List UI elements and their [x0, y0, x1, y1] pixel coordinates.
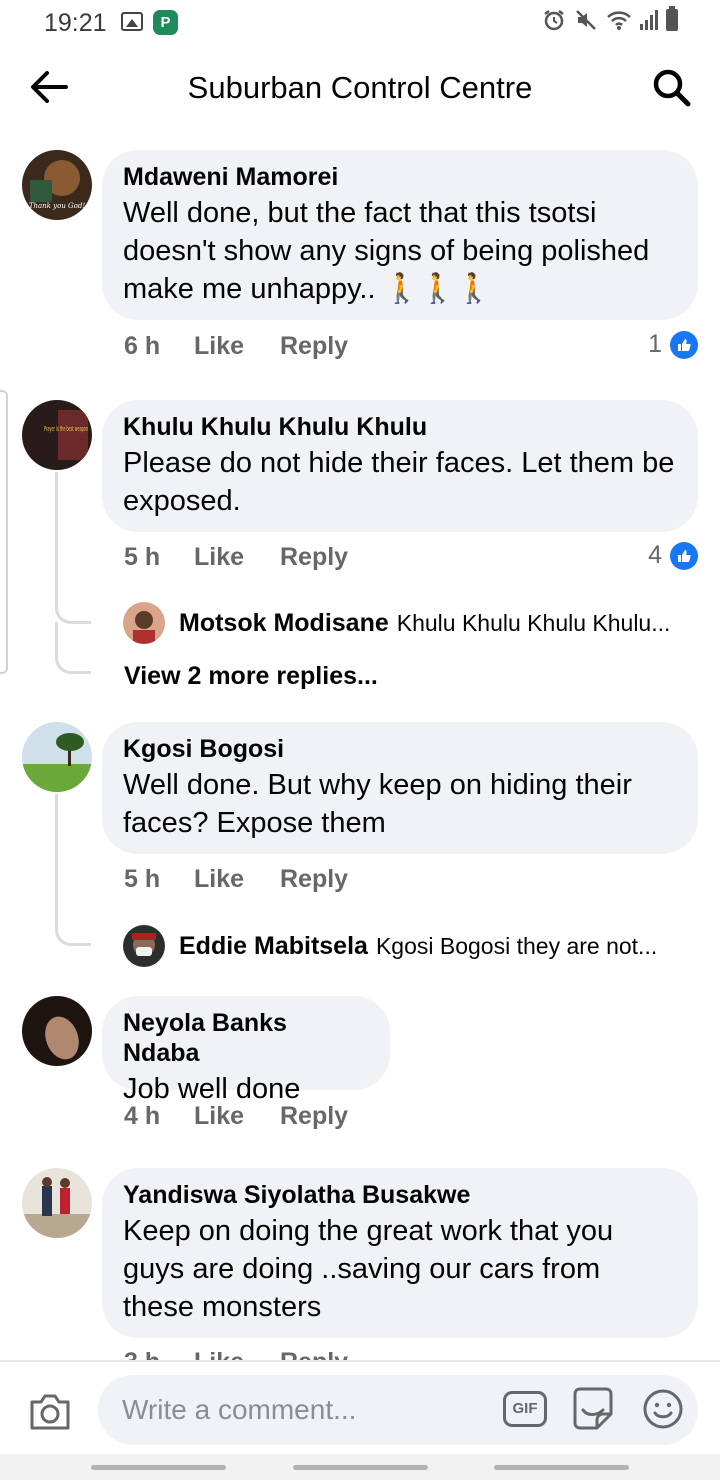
reply-author: Motsok Modisane — [179, 608, 389, 637]
wifi-icon — [607, 11, 631, 30]
status-time: 19:21 — [44, 9, 107, 37]
comment-text: Well done. But why keep on hiding their … — [123, 769, 632, 839]
reply-button[interactable]: Reply — [280, 1348, 348, 1360]
app-notification-icon: P — [153, 10, 178, 35]
reply-button[interactable]: Reply — [280, 1102, 348, 1131]
app-header: Suburban Control Centre — [0, 46, 720, 132]
comment-actions: 4 h Like Reply — [124, 1102, 348, 1131]
comment-time: 6 h — [124, 332, 161, 360]
comment-time: 5 h — [124, 865, 161, 893]
gif-icon[interactable]: GIF — [503, 1391, 547, 1427]
reaction-summary[interactable]: 4 — [648, 541, 698, 570]
system-nav-bar — [0, 1454, 720, 1480]
like-button[interactable]: Like — [194, 1102, 280, 1131]
thumbs-up-icon — [670, 330, 698, 359]
comment-bubble: Kgosi Bogosi Well done. But why keep on … — [102, 722, 698, 854]
nav-back-button[interactable] — [494, 1465, 629, 1470]
reply-button[interactable]: Reply — [280, 865, 348, 894]
sticker-icon[interactable] — [571, 1386, 615, 1432]
thread-connector — [55, 894, 91, 946]
signal-icon — [640, 10, 658, 30]
like-button[interactable]: Like — [194, 332, 280, 361]
comment-time: 3 h — [124, 1348, 194, 1360]
comment-actions: 5 h Like Reply — [124, 865, 348, 894]
like-button[interactable]: Like — [194, 865, 280, 894]
avatar[interactable]: Thank you God! — [22, 150, 92, 220]
comment-bubble: Neyola Banks Ndaba Job well done — [102, 996, 390, 1105]
reaction-summary[interactable]: 1 — [648, 330, 698, 359]
avatar-caption: Prayer is the best weapon — [44, 425, 88, 433]
comment-actions: 6 h Like Reply — [124, 332, 348, 361]
comment-actions: 5 h Like Reply — [124, 543, 348, 572]
comment-time: 5 h — [124, 543, 161, 571]
comment-text: Please do not hide their faces. Let them… — [123, 447, 675, 517]
camera-icon[interactable] — [28, 1392, 72, 1432]
comment-text: Keep on doing the great work that you gu… — [123, 1215, 614, 1323]
alarm-icon — [544, 10, 564, 31]
comment-composer: GIF — [0, 1360, 720, 1454]
reply-author: Eddie Mabitsela — [179, 931, 368, 960]
reply-button[interactable]: Reply — [280, 332, 348, 361]
comment-author[interactable]: Khulu Khulu Khulu Khulu — [123, 412, 678, 442]
avatar[interactable] — [22, 722, 92, 792]
reaction-count: 4 — [648, 541, 662, 569]
nav-recents-button[interactable] — [91, 1465, 226, 1470]
comments-list: Thank you God! Mdaweni Mamorei Well done… — [0, 132, 720, 1360]
avatar — [123, 925, 165, 967]
comment-time: 4 h — [124, 1102, 161, 1130]
thread-connector — [55, 572, 91, 624]
page-title: Suburban Control Centre — [187, 70, 533, 105]
avatar — [123, 602, 165, 644]
comment-bubble: Khulu Khulu Khulu Khulu Please do not hi… — [102, 400, 698, 532]
comment-actions: 3 h Like Reply — [124, 1348, 348, 1360]
comment-bubble: Mdaweni Mamorei Well done, but the fact … — [102, 150, 698, 320]
thumbs-up-icon — [670, 541, 698, 570]
status-icons — [542, 6, 678, 32]
search-icon[interactable] — [652, 68, 692, 108]
gallery-notification-icon — [121, 12, 143, 31]
status-bar: 19:21 P — [0, 0, 720, 46]
thread-connector — [55, 622, 91, 674]
reply-snippet: Kgosi Bogosi they are not... — [375, 932, 658, 959]
reaction-count: 1 — [648, 330, 662, 358]
comment-bubble: Yandiswa Siyolatha Busakwe Keep on doing… — [102, 1168, 698, 1338]
avatar[interactable] — [22, 1168, 92, 1238]
battery-icon — [666, 6, 678, 31]
walking-emoji: 🚶🚶🚶 — [383, 273, 492, 305]
comment-text: Well done, but the fact that this tsotsi… — [123, 197, 650, 305]
comment-author[interactable]: Mdaweni Mamorei — [123, 162, 678, 192]
reply-preview[interactable]: Eddie Mabitsela Kgosi Bogosi they are no… — [123, 925, 698, 967]
emoji-icon[interactable] — [642, 1388, 684, 1430]
view-more-replies-link[interactable]: View 2 more replies... — [124, 662, 378, 691]
thread-line — [55, 794, 58, 904]
avatar[interactable] — [22, 996, 92, 1066]
avatar[interactable]: Prayer is the best weapon — [22, 400, 92, 470]
like-button[interactable]: Like — [194, 543, 280, 572]
comment-author[interactable]: Neyola Banks Ndaba — [123, 1008, 370, 1068]
reply-preview[interactable]: Motsok Modisane Khulu Khulu Khulu Khulu.… — [123, 602, 698, 644]
avatar-caption: Thank you God! — [29, 202, 86, 210]
comment-author[interactable]: Kgosi Bogosi — [123, 734, 678, 764]
like-button[interactable]: Like — [194, 1348, 280, 1360]
reply-snippet: Khulu Khulu Khulu Khulu... — [396, 609, 671, 636]
mute-icon — [576, 10, 596, 30]
reply-button[interactable]: Reply — [280, 543, 348, 572]
nav-home-button[interactable] — [293, 1465, 428, 1470]
side-panel-handle[interactable] — [0, 390, 8, 674]
comment-author[interactable]: Yandiswa Siyolatha Busakwe — [123, 1180, 678, 1210]
